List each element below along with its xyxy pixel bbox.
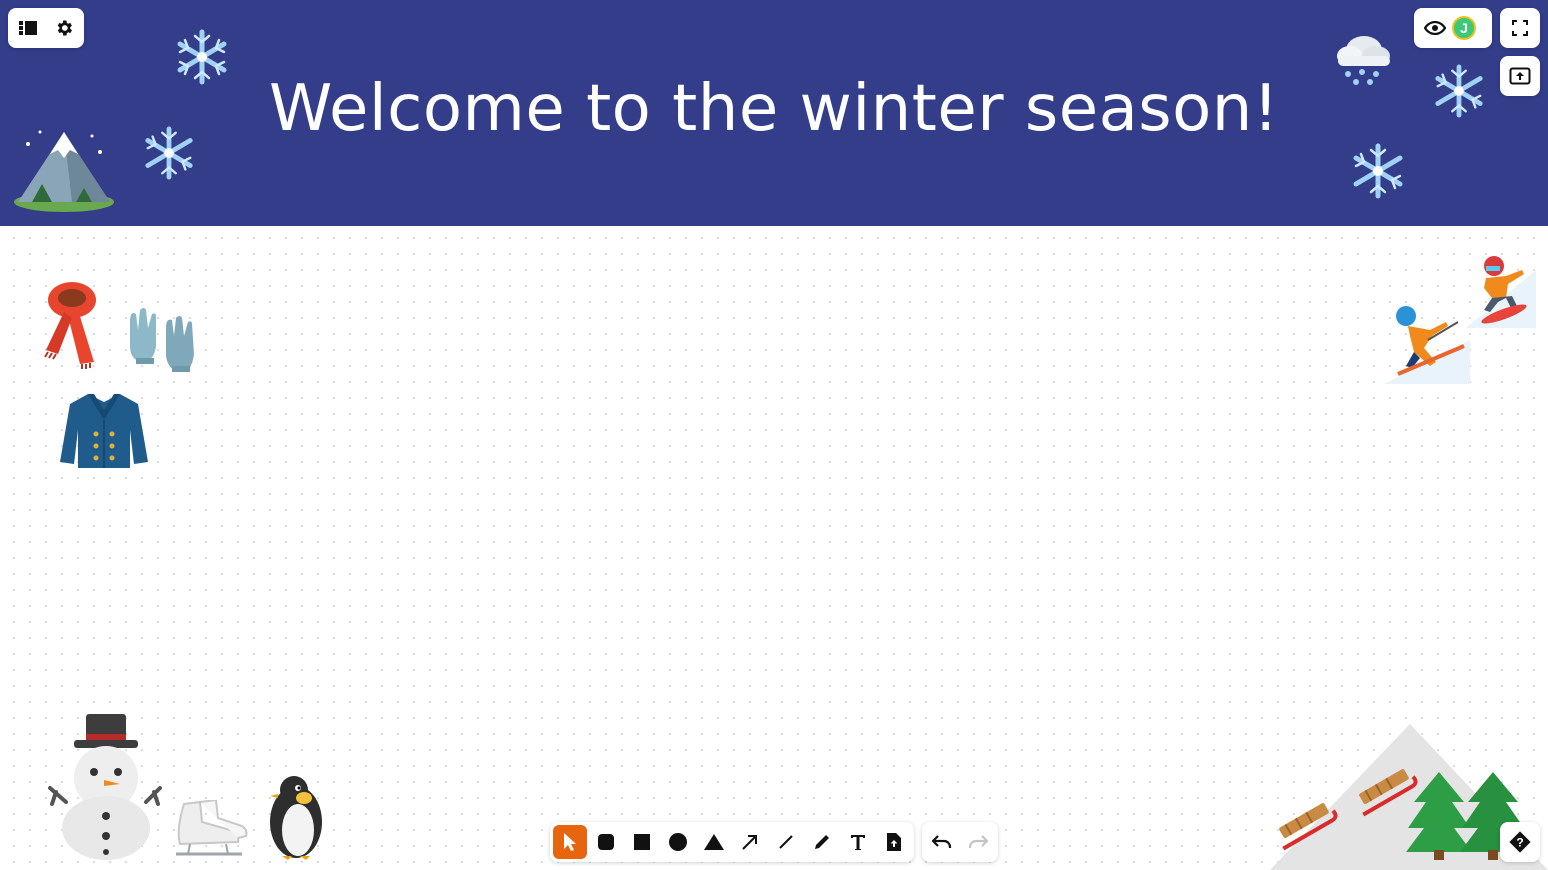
scarf-sticker[interactable]: [38, 280, 104, 370]
pencil-icon: [815, 835, 829, 849]
line-tool-button[interactable]: [769, 825, 803, 859]
upload-file-tool-button[interactable]: [877, 825, 911, 859]
triangle-icon: [704, 834, 724, 850]
present-panel: [1500, 56, 1540, 96]
select-icon: [564, 833, 576, 851]
drawing-toolbar: [550, 822, 914, 862]
select-tool-button[interactable]: [553, 825, 587, 859]
triangle-tool-button[interactable]: [697, 825, 731, 859]
rounded-rect-tool-button[interactable]: [589, 825, 623, 859]
arrow-tool-button[interactable]: [733, 825, 767, 859]
rectangle-icon: [634, 834, 650, 850]
undo-button[interactable]: [925, 825, 959, 859]
text-icon: [851, 835, 865, 850]
coat-sticker[interactable]: [58, 390, 150, 470]
snowflake-sticker[interactable]: [174, 28, 230, 86]
mountain-sticker[interactable]: [12, 124, 116, 214]
history-toolbar: [922, 822, 998, 862]
rounded-rect-icon: [598, 834, 614, 850]
user-avatar[interactable]: J: [1452, 16, 1476, 40]
ellipse-icon: [669, 833, 687, 851]
top-left-menu-panel: [8, 8, 84, 48]
banner: Welcome to the winter season!: [0, 0, 1548, 226]
help-icon[interactable]: ?: [1502, 824, 1538, 860]
skier-sticker[interactable]: [1384, 300, 1470, 384]
fullscreen-panel: [1500, 8, 1540, 48]
eye-icon[interactable]: [1418, 10, 1452, 46]
gloves-sticker[interactable]: [124, 306, 200, 376]
rectangle-tool-button[interactable]: [625, 825, 659, 859]
ice-skate-sticker[interactable]: [170, 800, 248, 860]
gear-icon[interactable]: [46, 10, 82, 46]
undo-icon: [932, 835, 952, 848]
sled-sticker[interactable]: [1270, 796, 1342, 852]
svg-text:?: ?: [1516, 836, 1523, 850]
redo-button[interactable]: [961, 825, 995, 859]
ellipse-tool-button[interactable]: [661, 825, 695, 859]
presence-panel: J: [1414, 8, 1492, 48]
present-upload-icon[interactable]: [1502, 58, 1538, 94]
fullscreen-icon[interactable]: [1502, 10, 1538, 46]
text-tool-button[interactable]: [841, 825, 875, 859]
snowman-sticker[interactable]: [46, 712, 164, 860]
penguin-sticker[interactable]: [266, 772, 328, 860]
pages-list-icon[interactable]: [10, 10, 46, 46]
upload-file-icon: [887, 833, 901, 851]
line-icon: [779, 835, 793, 849]
banner-title[interactable]: Welcome to the winter season!: [0, 72, 1548, 146]
cloud-with-snow-sticker[interactable]: [1334, 28, 1392, 86]
arrow-icon: [742, 835, 757, 850]
help-panel: ?: [1500, 822, 1540, 862]
snowflake-sticker[interactable]: [1350, 142, 1406, 200]
snowflake-sticker[interactable]: [1432, 62, 1486, 120]
snowflake-sticker[interactable]: [142, 124, 196, 182]
pencil-tool-button[interactable]: [805, 825, 839, 859]
redo-icon: [968, 835, 988, 848]
snowboarder-sticker[interactable]: [1466, 254, 1536, 328]
